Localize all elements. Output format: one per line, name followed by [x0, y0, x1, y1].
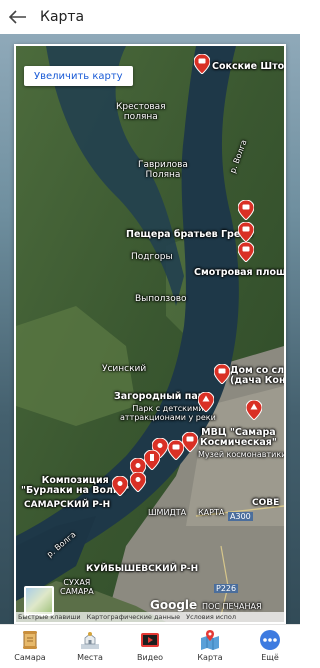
- map-pin-icon[interactable]: [143, 449, 161, 471]
- map-pin-icon[interactable]: [245, 399, 263, 421]
- enlarge-map-button[interactable]: Увеличить карту: [24, 66, 133, 86]
- nav-item-video[interactable]: Видео: [120, 625, 180, 668]
- map-attribution: Быстрые клавиши Картографические данные …: [16, 612, 284, 622]
- nav-item-places[interactable]: Места: [60, 625, 120, 668]
- map-data-link[interactable]: Картографические данные: [87, 613, 181, 621]
- map-pin-icon[interactable]: [237, 221, 255, 243]
- place-label[interactable]: Сокские Штольн: [212, 62, 284, 72]
- place-label[interactable]: Смотровая площад: [194, 268, 284, 278]
- video-icon: [139, 629, 161, 651]
- map-card: Увеличить карту Сокские Штольн Крестовая…: [14, 44, 286, 624]
- map-view[interactable]: Увеличить карту Сокские Штольн Крестовая…: [16, 46, 284, 622]
- keyboard-shortcuts-link[interactable]: Быстрые клавиши: [18, 613, 81, 621]
- nav-item-more[interactable]: Ещё: [240, 625, 300, 668]
- street-label: КАРТА: [198, 508, 225, 517]
- scroll-icon: [19, 629, 41, 651]
- bottom-navigation: Самара Места Видео Карта Ещё: [0, 624, 300, 668]
- place-label: Усинский: [102, 364, 147, 374]
- top-bar: Карта: [0, 0, 300, 34]
- map-pin-icon[interactable]: [213, 363, 231, 385]
- map-pin-icon[interactable]: [237, 241, 255, 263]
- map-pin-icon[interactable]: [129, 471, 147, 493]
- map-pin-icon[interactable]: [181, 431, 199, 453]
- place-label[interactable]: (дача Конст: [230, 376, 284, 386]
- road-shield: Р226: [214, 584, 239, 593]
- nav-item-samara[interactable]: Самара: [0, 625, 60, 668]
- district-label: СОВЕ: [252, 498, 280, 508]
- page-title: Карта: [40, 9, 85, 25]
- map-pin-icon[interactable]: [111, 475, 129, 497]
- place-label: Крестовая поляна: [116, 102, 166, 122]
- place-label: Выползово: [135, 294, 187, 304]
- back-arrow-icon[interactable]: [4, 3, 32, 31]
- nav-item-map[interactable]: Карта: [180, 625, 240, 668]
- satellite-imagery: [16, 46, 284, 622]
- place-label[interactable]: Загородный парк: [114, 392, 211, 402]
- district-label: КУЙБЫШЕВСКИЙ Р-Н: [86, 564, 199, 574]
- map-pin-icon[interactable]: [167, 439, 185, 461]
- place-label: Гаврилова Поляна: [138, 160, 188, 180]
- google-logo: Google: [150, 598, 198, 612]
- landmark-icon: [79, 629, 101, 651]
- terms-link[interactable]: Условия испол: [186, 613, 236, 621]
- place-label[interactable]: МВЦ "Самара Космическая": [200, 428, 277, 448]
- road-shield: А300: [228, 512, 253, 521]
- map-pin-icon[interactable]: [193, 53, 211, 75]
- place-label: СУХАЯ САМАРА: [60, 578, 94, 596]
- map-pin-icon[interactable]: [237, 199, 255, 221]
- district-label: САМАРСКИЙ Р-Н: [24, 500, 111, 510]
- more-icon: [259, 629, 281, 651]
- place-description: Музей космонавтики: [198, 450, 284, 459]
- map-pin-icon[interactable]: [197, 391, 215, 413]
- street-label: ШМИДТА: [148, 508, 187, 517]
- place-label[interactable]: Пещера братьев Греве: [126, 230, 253, 240]
- map-pin-icon: [199, 629, 221, 651]
- place-label: Подгоры: [131, 252, 173, 262]
- place-label: ПОС ПЕЧАНАЯ: [202, 602, 262, 611]
